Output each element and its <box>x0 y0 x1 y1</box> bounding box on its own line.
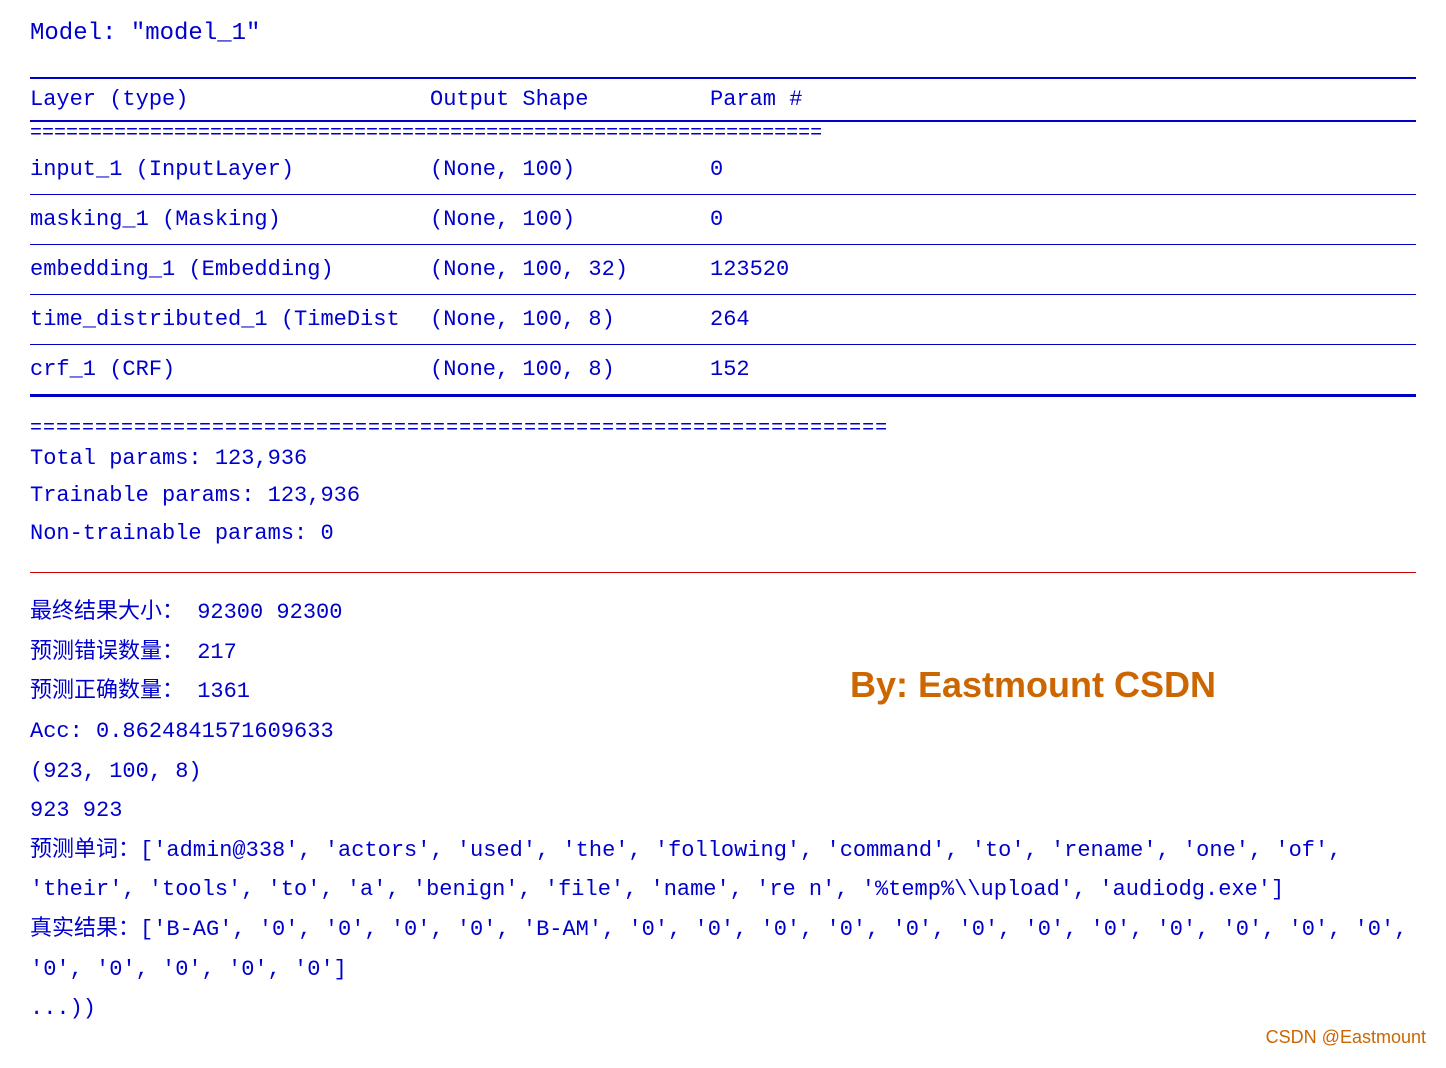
table-row: time_distributed_1 (TimeDist (None, 100,… <box>30 295 1416 345</box>
total-params: Total params: 123,936 <box>30 440 1416 477</box>
equal-line-top: ========================================… <box>30 122 1416 145</box>
param-count: 152 <box>710 345 1416 396</box>
counts: 923 923 <box>30 791 1416 831</box>
watermark: By: Eastmount CSDN <box>850 653 1216 718</box>
table-row: embedding_1 (Embedding) (None, 100, 32) … <box>30 245 1416 295</box>
table-row: crf_1 (CRF) (None, 100, 8) 152 <box>30 345 1416 396</box>
layer-name: time_distributed_1 (TimeDist <box>30 295 430 345</box>
section-divider <box>30 572 1416 573</box>
params-section: Total params: 123,936 Trainable params: … <box>30 440 1416 552</box>
table-row: masking_1 (Masking) (None, 100) 0 <box>30 195 1416 245</box>
equal-line-bottom: ========================================… <box>30 417 1416 440</box>
col-header-output: Output Shape <box>430 78 710 121</box>
true-result: 真实结果：['B-AG', '0', '0', '0', '0', 'B-AM'… <box>30 910 1416 989</box>
csdn-badge: CSDN @Eastmount <box>1266 1027 1426 1048</box>
layer-name: masking_1 (Masking) <box>30 195 430 245</box>
param-count: 264 <box>710 295 1416 345</box>
model-summary-table: Layer (type) Output Shape Param # ======… <box>30 77 1416 397</box>
output-shape: (None, 100, 8) <box>430 295 710 345</box>
layer-name: crf_1 (CRF) <box>30 345 430 396</box>
shape-info: (923, 100, 8) <box>30 752 1416 792</box>
param-count: 0 <box>710 145 1416 195</box>
col-header-layer: Layer (type) <box>30 78 430 121</box>
table-row: input_1 (InputLayer) (None, 100) 0 <box>30 145 1416 195</box>
model-title: Model: "model_1" <box>30 20 1416 47</box>
results-section: 最终结果大小： 92300 92300 预测错误数量： 217 预测正确数量： … <box>30 593 1416 1029</box>
output-shape: (None, 100) <box>430 195 710 245</box>
output-shape: (None, 100) <box>430 145 710 195</box>
pred-words: 预测单词：['admin@338', 'actors', 'used', 'th… <box>30 831 1416 910</box>
param-count: 123520 <box>710 245 1416 295</box>
output-shape: (None, 100, 8) <box>430 345 710 396</box>
ellipsis: ...)) <box>30 989 1416 1029</box>
layer-name: input_1 (InputLayer) <box>30 145 430 195</box>
final-size: 最终结果大小： 92300 92300 <box>30 593 1416 633</box>
layer-name: embedding_1 (Embedding) <box>30 245 430 295</box>
col-header-params: Param # <box>710 78 1416 121</box>
output-shape: (None, 100, 32) <box>430 245 710 295</box>
non-trainable-params: Non-trainable params: 0 <box>30 515 1416 552</box>
param-count: 0 <box>710 195 1416 245</box>
trainable-params: Trainable params: 123,936 <box>30 477 1416 514</box>
